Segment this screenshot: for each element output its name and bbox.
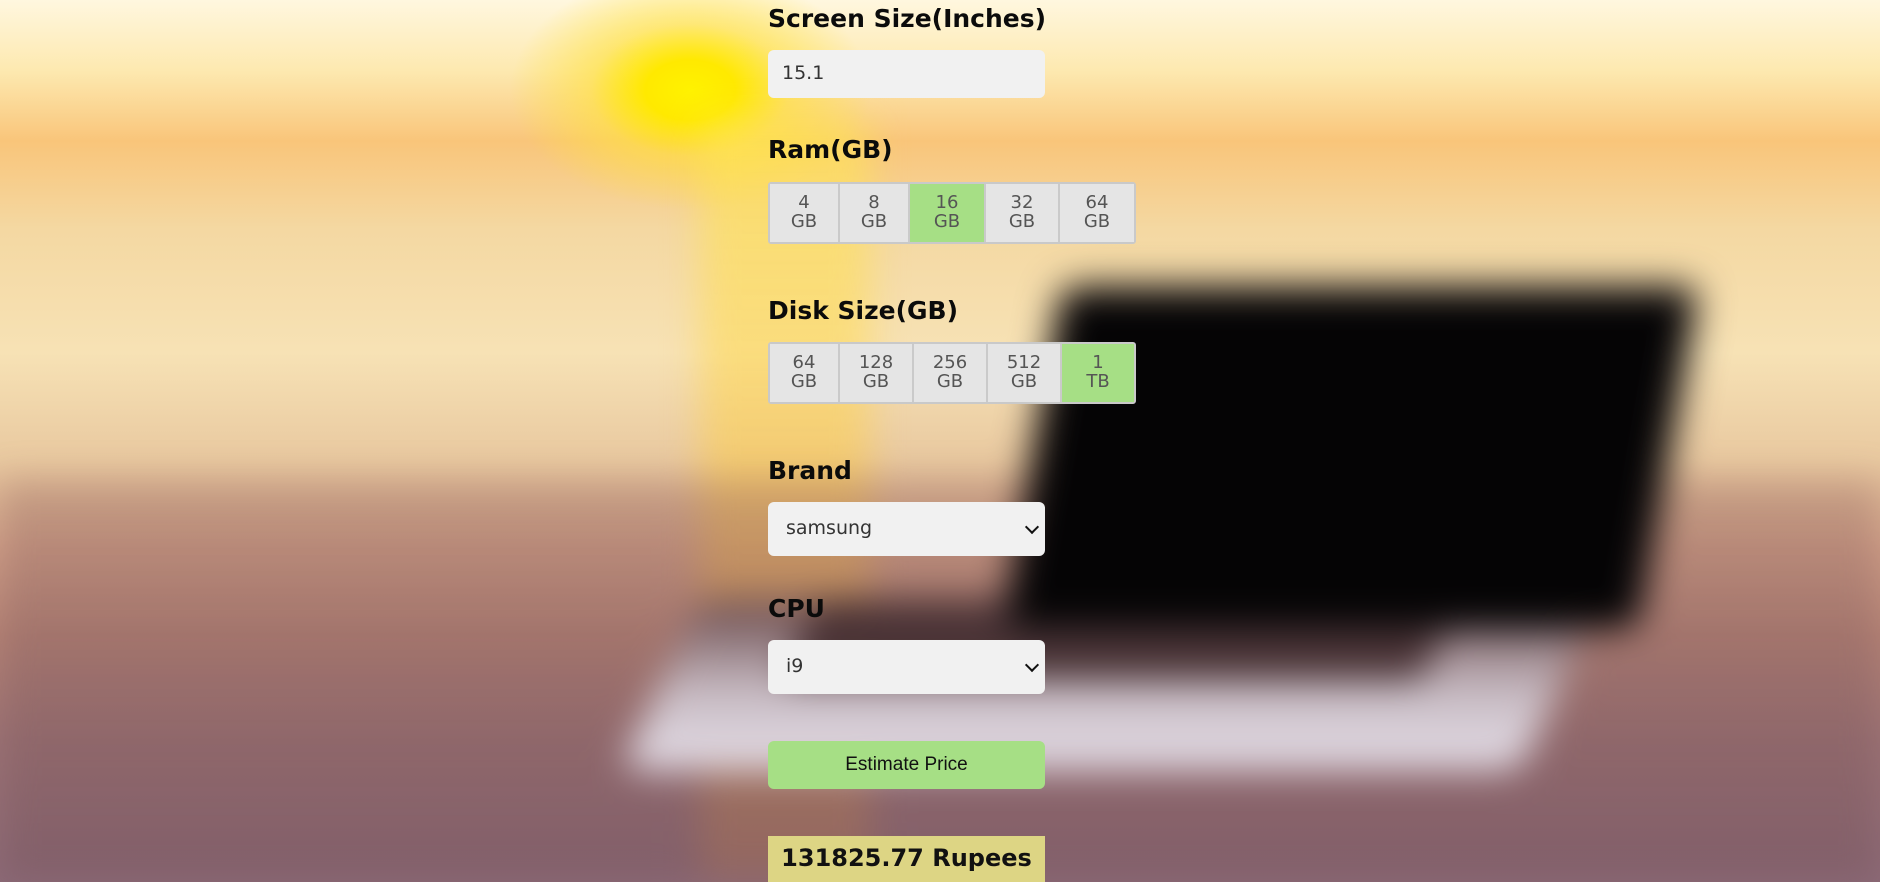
chevron-down-icon [1024, 519, 1040, 535]
cpu-select-value: i9 [786, 655, 804, 677]
disk-option-number: 512 [1006, 352, 1042, 373]
ram-segmented-control: 4 GB 8 GB 16 GB 32 GB 64 GB [768, 182, 1136, 244]
ram-option-unit: GB [790, 211, 818, 232]
disk-option-button[interactable]: 128 GB [840, 344, 914, 402]
screen-size-input[interactable]: 15.1 [768, 50, 1045, 98]
brand-select-value: samsung [786, 517, 873, 539]
ram-option-button[interactable]: 32 GB [986, 184, 1060, 242]
brand-label: Brand [768, 456, 852, 485]
disk-option-unit: GB [936, 371, 964, 392]
ram-option-unit: GB [1008, 211, 1036, 232]
disk-option-unit: TB [1086, 371, 1110, 392]
screen-size-label: Screen Size(Inches) [768, 4, 1047, 33]
disk-option-number: 1 [1092, 352, 1104, 373]
cpu-label: CPU [768, 594, 825, 623]
brand-select[interactable]: samsung [768, 502, 1045, 556]
disk-option-unit: GB [790, 371, 818, 392]
disk-size-label: Disk Size(GB) [768, 296, 959, 325]
ram-option-button[interactable]: 16 GB [910, 184, 986, 242]
disk-option-button[interactable]: 64 GB [770, 344, 840, 402]
disk-option-number: 128 [858, 352, 894, 373]
ram-option-unit: GB [1083, 211, 1111, 232]
ram-option-number: 16 [935, 192, 959, 213]
disk-option-button[interactable]: 1 TB [1062, 344, 1134, 402]
ram-option-number: 64 [1085, 192, 1109, 213]
ram-option-button[interactable]: 4 GB [770, 184, 840, 242]
ram-option-button[interactable]: 8 GB [840, 184, 910, 242]
disk-option-number: 64 [792, 352, 816, 373]
ram-option-number: 8 [868, 192, 880, 213]
ram-option-number: 32 [1010, 192, 1034, 213]
ram-option-unit: GB [933, 211, 961, 232]
price-result: 131825.77 Rupees [768, 836, 1045, 882]
ram-label: Ram(GB) [768, 135, 893, 164]
disk-option-unit: GB [1010, 371, 1038, 392]
cpu-select[interactable]: i9 [768, 640, 1045, 694]
disk-segmented-control: 64 GB 128 GB 256 GB 512 GB 1 TB [768, 342, 1136, 404]
estimate-price-button[interactable]: Estimate Price [768, 741, 1045, 789]
disk-option-button[interactable]: 512 GB [988, 344, 1062, 402]
ram-option-unit: GB [860, 211, 888, 232]
ram-option-button[interactable]: 64 GB [1060, 184, 1134, 242]
disk-option-number: 256 [932, 352, 968, 373]
chevron-down-icon [1024, 657, 1040, 673]
disk-option-button[interactable]: 256 GB [914, 344, 988, 402]
ram-option-number: 4 [798, 192, 810, 213]
disk-option-unit: GB [862, 371, 890, 392]
